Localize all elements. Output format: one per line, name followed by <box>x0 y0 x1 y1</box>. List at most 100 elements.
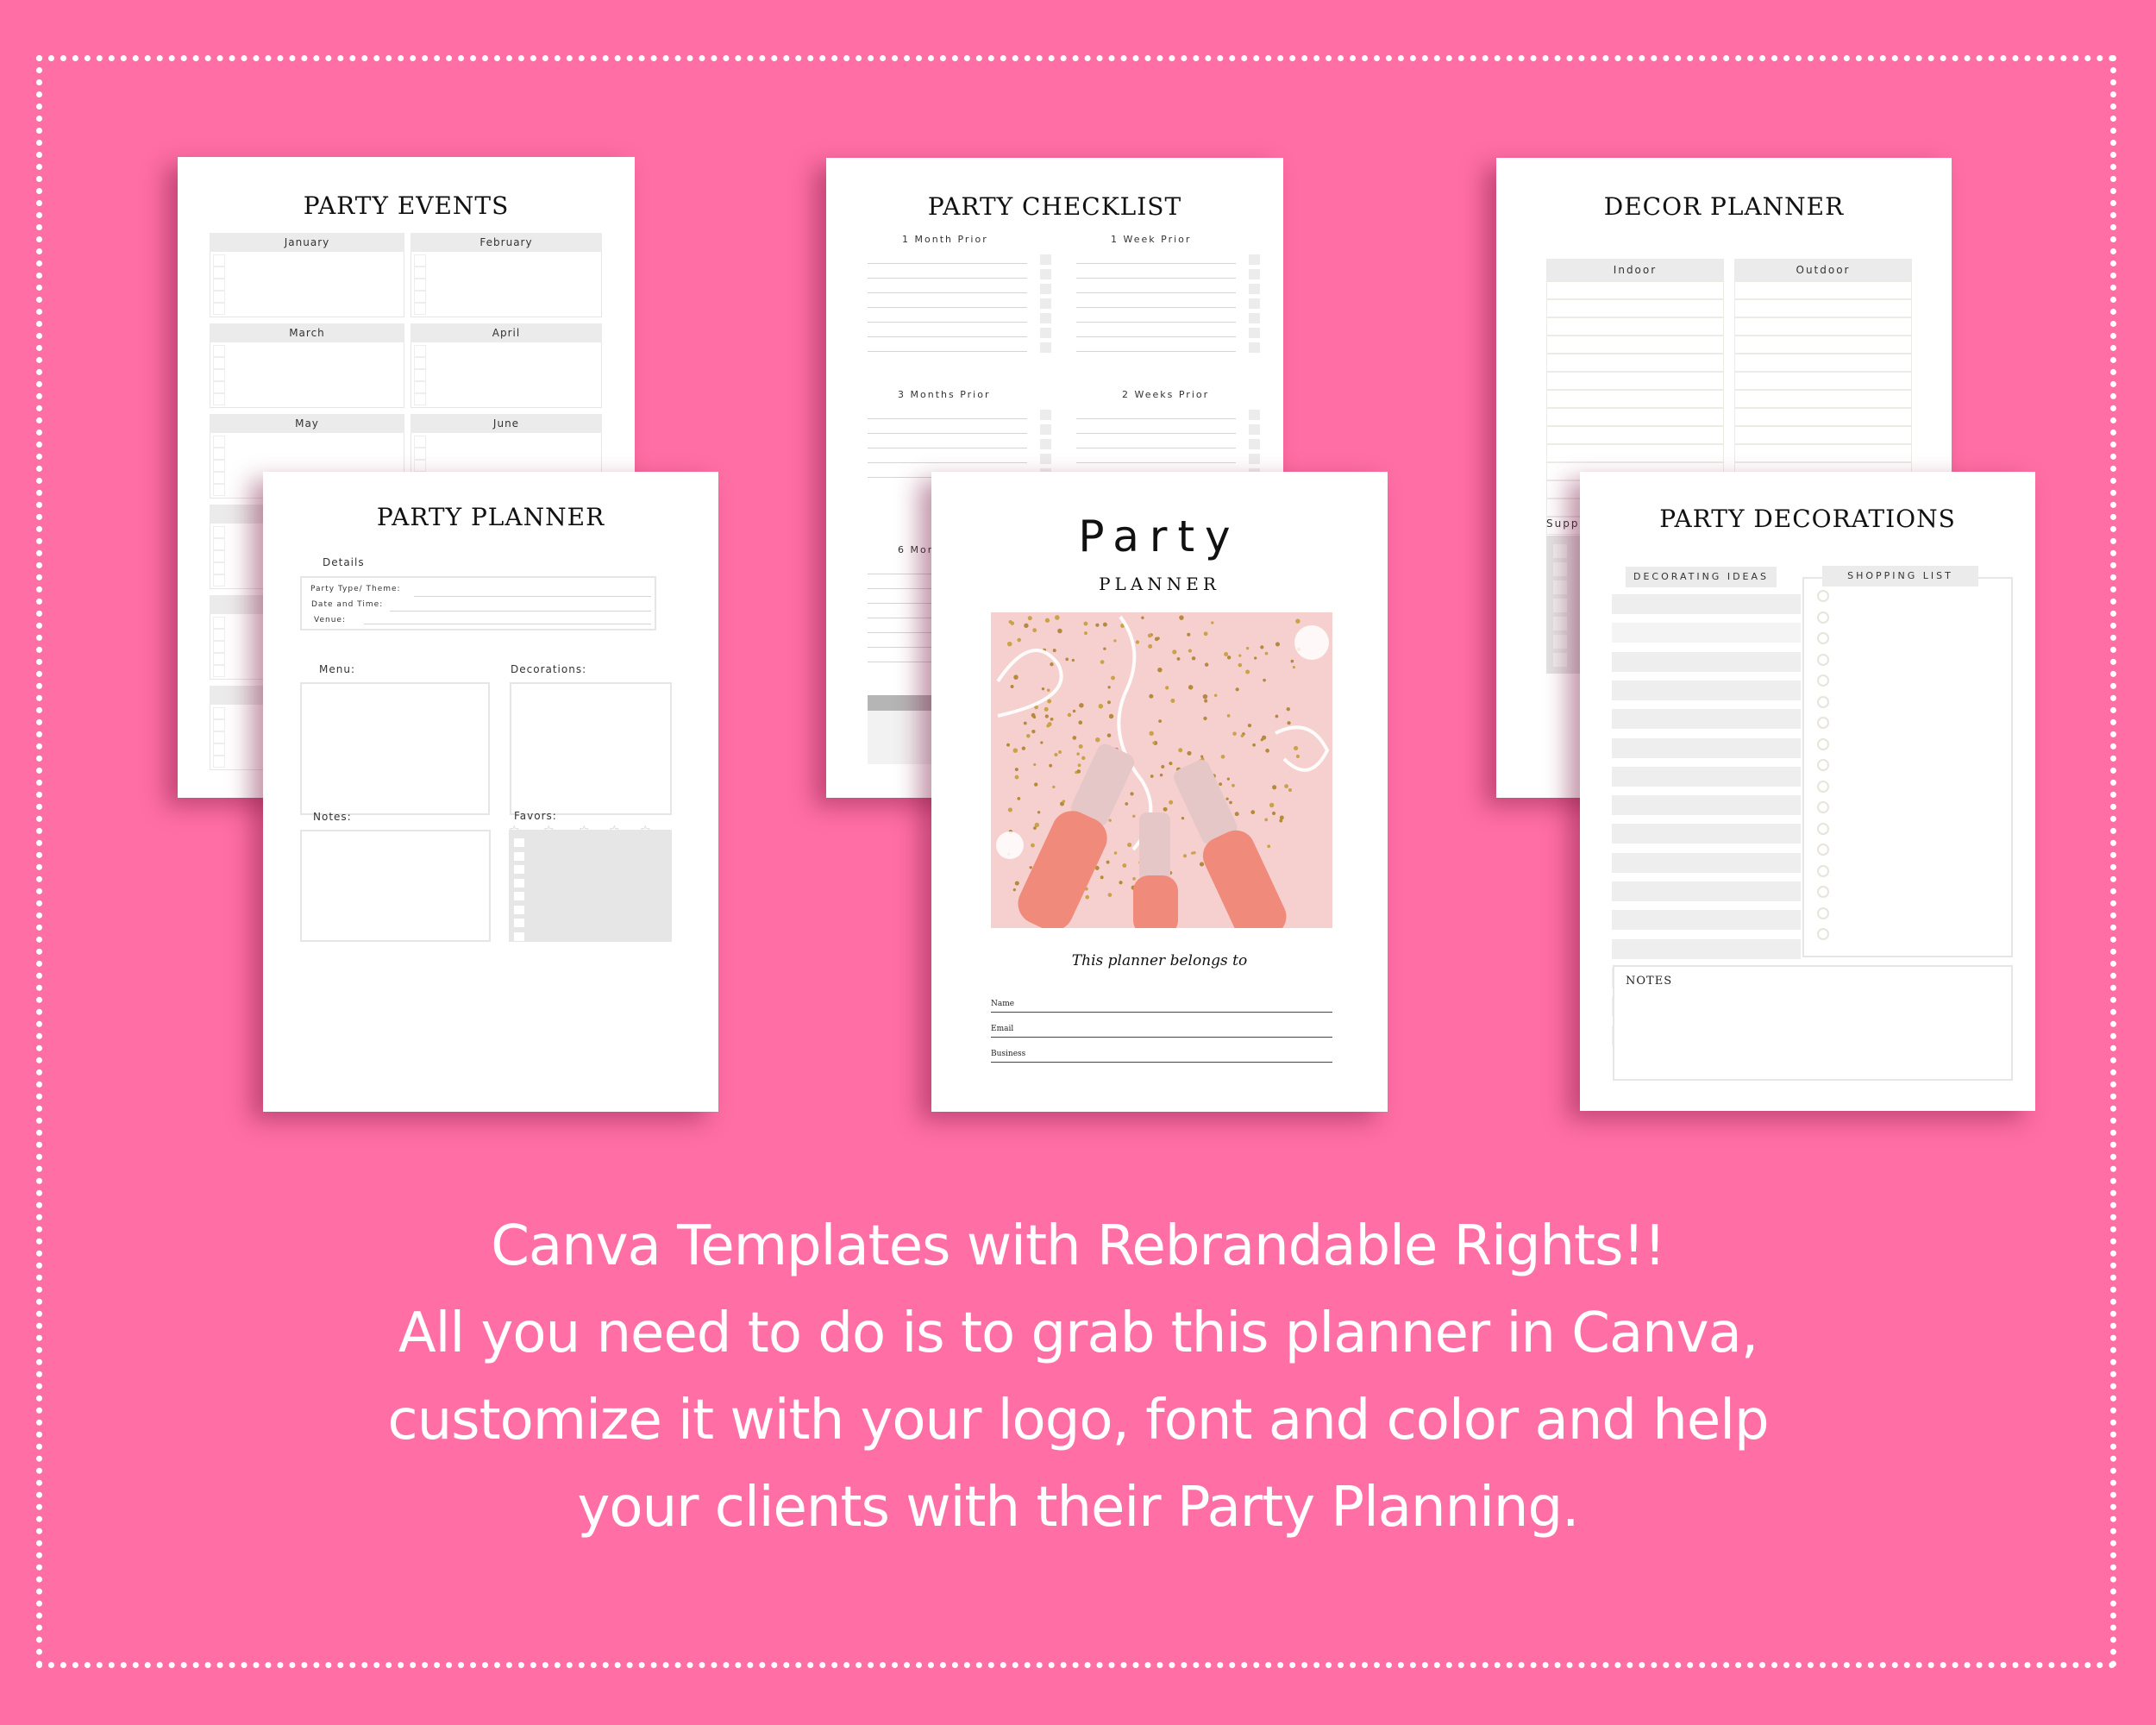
idea-row[interactable] <box>1612 910 1801 931</box>
checklist-line[interactable] <box>1076 418 1236 419</box>
checkbox-icon[interactable] <box>1040 410 1051 420</box>
circle-checkbox-icon[interactable] <box>1817 653 1829 666</box>
checkbox-icon[interactable] <box>414 448 426 460</box>
checklist-line[interactable] <box>1076 322 1236 323</box>
checklist-line[interactable] <box>868 307 1027 308</box>
menu-box[interactable] <box>300 682 490 815</box>
checkbox-icon[interactable] <box>514 838 524 847</box>
checkbox-icon[interactable] <box>1040 298 1051 309</box>
checkbox-icon[interactable] <box>1249 342 1260 353</box>
checkbox-icon[interactable] <box>1553 653 1567 667</box>
decor-row[interactable] <box>1546 317 1724 336</box>
checkbox-icon[interactable] <box>514 892 524 900</box>
checkbox-icon[interactable] <box>213 756 225 768</box>
checkbox-icon[interactable] <box>1553 599 1567 612</box>
decor-row[interactable] <box>1546 354 1724 372</box>
checklist-line[interactable] <box>868 336 1027 337</box>
checkbox-icon[interactable] <box>1553 635 1567 649</box>
checkbox-icon[interactable] <box>1040 328 1051 338</box>
checkbox-icon[interactable] <box>1249 328 1260 338</box>
decor-row[interactable] <box>1546 408 1724 426</box>
idea-row[interactable] <box>1612 594 1801 614</box>
field-line[interactable] <box>390 611 651 612</box>
checklist-line[interactable] <box>868 322 1027 323</box>
idea-row[interactable] <box>1612 938 1801 959</box>
checkbox-icon[interactable] <box>213 267 225 279</box>
circle-checkbox-icon[interactable] <box>1817 759 1829 771</box>
decor-row[interactable] <box>1546 444 1724 462</box>
field-line[interactable] <box>991 1062 1332 1063</box>
checkbox-icon[interactable] <box>213 369 225 381</box>
checkbox-icon[interactable] <box>1249 284 1260 294</box>
checkbox-icon[interactable] <box>1249 439 1260 449</box>
circle-checkbox-icon[interactable] <box>1817 717 1829 729</box>
checklist-line[interactable] <box>868 278 1027 279</box>
checkbox-icon[interactable] <box>1553 562 1567 576</box>
checklist-line[interactable] <box>868 418 1027 419</box>
idea-row[interactable] <box>1612 737 1801 758</box>
checkbox-icon[interactable] <box>1040 424 1051 435</box>
decor-row[interactable] <box>1546 299 1724 317</box>
checkbox-icon[interactable] <box>1553 617 1567 630</box>
notes-box[interactable]: NOTES <box>1613 965 2013 1081</box>
checkbox-icon[interactable] <box>414 291 426 303</box>
checkbox-icon[interactable] <box>1249 254 1260 265</box>
checklist-line[interactable] <box>1076 278 1236 279</box>
decor-row[interactable] <box>1546 336 1724 354</box>
checkbox-icon[interactable] <box>514 878 524 888</box>
circle-checkbox-icon[interactable] <box>1817 780 1829 793</box>
idea-row[interactable] <box>1612 709 1801 730</box>
checkbox-icon[interactable] <box>1040 439 1051 449</box>
notes-box[interactable] <box>300 830 491 942</box>
circle-checkbox-icon[interactable] <box>1817 864 1829 877</box>
circle-checkbox-icon[interactable] <box>1817 822 1829 835</box>
checkbox-icon[interactable] <box>213 357 225 369</box>
checkbox-icon[interactable] <box>213 538 225 550</box>
circle-checkbox-icon[interactable] <box>1817 928 1829 940</box>
checkbox-icon[interactable] <box>414 357 426 369</box>
checkbox-icon[interactable] <box>1553 544 1567 558</box>
idea-row[interactable] <box>1612 795 1801 816</box>
idea-row[interactable] <box>1612 881 1801 901</box>
idea-row[interactable] <box>1612 680 1801 700</box>
checkbox-icon[interactable] <box>213 291 225 303</box>
checkbox-icon[interactable] <box>213 279 225 291</box>
decor-row[interactable] <box>1734 390 1912 408</box>
checkbox-icon[interactable] <box>414 369 426 381</box>
checkbox-icon[interactable] <box>213 303 225 315</box>
decor-row[interactable] <box>1734 354 1912 372</box>
checklist-line[interactable] <box>868 462 1027 463</box>
checkbox-icon[interactable] <box>1040 254 1051 265</box>
decorations-box[interactable] <box>510 682 672 815</box>
checkbox-icon[interactable] <box>414 345 426 357</box>
checkbox-icon[interactable] <box>213 641 225 653</box>
decor-row[interactable] <box>1546 372 1724 390</box>
checkbox-icon[interactable] <box>213 448 225 460</box>
checkbox-icon[interactable] <box>213 562 225 574</box>
checkbox-icon[interactable] <box>1249 454 1260 464</box>
checkbox-icon[interactable] <box>213 460 225 472</box>
decor-row[interactable] <box>1734 444 1912 462</box>
circle-checkbox-icon[interactable] <box>1817 844 1829 856</box>
checklist-line[interactable] <box>1076 351 1236 352</box>
checkbox-icon[interactable] <box>414 303 426 315</box>
checkbox-icon[interactable] <box>414 267 426 279</box>
checkbox-icon[interactable] <box>213 574 225 586</box>
idea-row[interactable] <box>1612 623 1801 643</box>
circle-checkbox-icon[interactable] <box>1817 886 1829 898</box>
idea-row[interactable] <box>1612 824 1801 844</box>
checkbox-icon[interactable] <box>1249 410 1260 420</box>
decor-row[interactable] <box>1734 408 1912 426</box>
decor-row[interactable] <box>1546 281 1724 299</box>
idea-row[interactable] <box>1612 852 1801 873</box>
checkbox-icon[interactable] <box>414 460 426 472</box>
checklist-line[interactable] <box>868 292 1027 293</box>
decor-row[interactable] <box>1734 281 1912 299</box>
checkbox-icon[interactable] <box>213 436 225 448</box>
checkbox-icon[interactable] <box>213 393 225 405</box>
checklist-line[interactable] <box>1076 462 1236 463</box>
checkbox-icon[interactable] <box>213 550 225 562</box>
checkbox-icon[interactable] <box>414 393 426 405</box>
checkbox-icon[interactable] <box>514 932 524 941</box>
checkbox-icon[interactable] <box>1040 342 1051 353</box>
